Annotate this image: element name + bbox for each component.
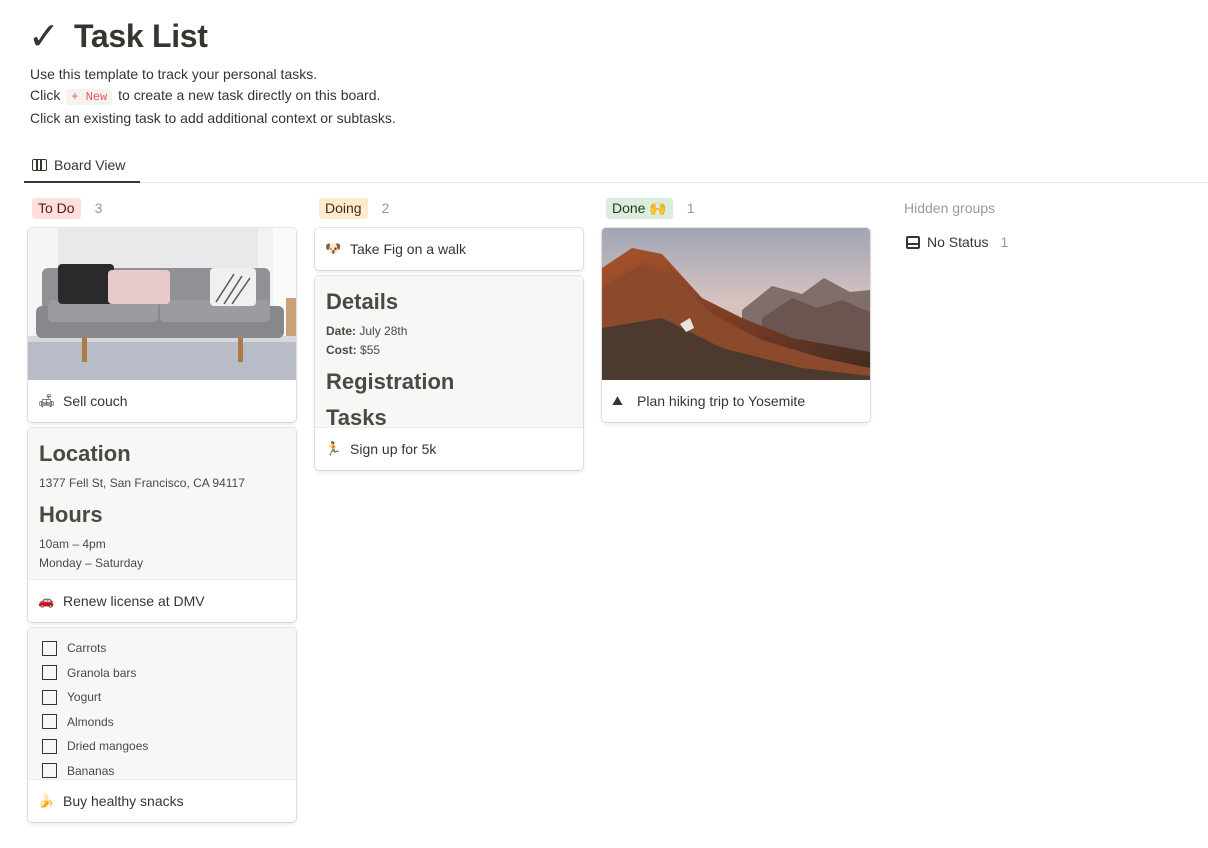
card-preview: Location 1377 Fell St, San Francisco, CA…	[28, 428, 296, 580]
preview-cost-label: Cost:	[326, 343, 357, 357]
description-line-3: Click an existing task to add additional…	[30, 110, 396, 126]
checklist-label: Bananas	[67, 763, 115, 778]
view-tabbar: Board View	[24, 148, 1208, 183]
card-title-text: Sign up for 5k	[350, 441, 437, 457]
description-line-2: Click + New to create a new task directl…	[30, 85, 396, 108]
checkbox-icon	[42, 665, 57, 681]
tab-label: Board View	[54, 156, 126, 173]
inbox-icon	[906, 235, 920, 249]
card-preview: Details Date: July 28th Cost: $55 Regist…	[315, 276, 583, 428]
checkbox-icon	[42, 640, 57, 656]
hidden-group-count: 1	[1000, 234, 1009, 250]
preview-cost: Cost: $55	[326, 341, 572, 360]
column-header[interactable]: To Do 3	[28, 196, 296, 220]
card-plan-hiking[interactable]: ⛰ Plan hiking trip to Yosemite	[602, 228, 870, 422]
card-sell-couch[interactable]: 🛋 Sell couch	[28, 228, 296, 422]
hidden-groups: Hidden groups No Status 1	[904, 196, 1204, 254]
hidden-groups-label: Hidden groups	[904, 200, 996, 216]
preview-heading: Registration	[326, 369, 455, 394]
card-renew-license[interactable]: Location 1377 Fell St, San Francisco, CA…	[28, 428, 296, 622]
column-todo: To Do 3 🛋 Sell couch Location 1377 Fell …	[28, 196, 296, 828]
status-pill-doing: Doing	[319, 197, 368, 219]
checkbox-icon	[42, 763, 57, 779]
preview-heading: Location	[39, 441, 131, 466]
card-buy-snacks[interactable]: Carrots Granola bars Yogurt Almonds Drie…	[28, 628, 296, 822]
status-pill-done: Done 🙌	[606, 197, 673, 219]
column-count: 2	[381, 200, 390, 216]
card-title-text: Plan hiking trip to Yosemite	[637, 393, 806, 409]
mountain-photo	[602, 228, 870, 380]
card-title-text: Take Fig on a walk	[350, 241, 466, 257]
checkmark-icon: ✓	[28, 14, 60, 58]
mountain-emoji-icon: ⛰	[612, 393, 623, 409]
description-line-1: Use this template to track your personal…	[30, 66, 318, 82]
hidden-group-no-status[interactable]: No Status 1	[904, 230, 1204, 254]
checklist-item: Granola bars	[39, 661, 285, 686]
column-header[interactable]: Doing 2	[315, 196, 583, 220]
checklist-label: Almonds	[67, 714, 114, 729]
card-title: 🍌 Buy healthy snacks	[28, 780, 296, 822]
checklist-item: Dried mangoes	[39, 734, 285, 759]
description-text: to create a new task directly on this bo…	[118, 87, 381, 103]
couch-emoji-icon: 🛋	[38, 393, 55, 409]
column-doing: Doing 2 🐶 Take Fig on a walk Details Dat…	[315, 196, 583, 476]
preview-heading: Tasks	[326, 405, 387, 428]
column-header[interactable]: Done 🙌 1	[602, 196, 870, 220]
preview-address: 1377 Fell St, San Francisco, CA 94117	[39, 476, 245, 490]
card-title-text: Renew license at DMV	[63, 593, 205, 609]
card-sign-up-5k[interactable]: Details Date: July 28th Cost: $55 Regist…	[315, 276, 583, 470]
checklist-item: Bananas	[39, 759, 285, 780]
preview-cost-value: $55	[360, 343, 381, 357]
board-icon	[32, 158, 47, 171]
column-count: 1	[686, 200, 695, 216]
banana-emoji-icon: 🍌	[38, 793, 55, 809]
preview-hours: 10am – 4pm	[39, 537, 106, 551]
preview-date: Date: July 28th	[326, 322, 572, 341]
status-pill-todo: To Do	[32, 197, 81, 219]
card-title: 🏃 Sign up for 5k	[315, 428, 583, 470]
card-title: 🚗 Renew license at DMV	[28, 580, 296, 622]
page-header: ✓ Task List Use this template to track y…	[28, 14, 396, 129]
column-done: Done 🙌 1 ⛰ Plan hiking trip to Yosemite	[602, 196, 870, 428]
checkbox-icon	[42, 738, 57, 754]
column-count: 3	[94, 200, 103, 216]
card-title: 🛋 Sell couch	[28, 380, 296, 422]
tab-board-view[interactable]: Board View	[24, 148, 140, 183]
checklist-item: Yogurt	[39, 685, 285, 710]
checklist-label: Granola bars	[67, 665, 137, 680]
car-emoji-icon: 🚗	[38, 593, 55, 609]
checkbox-icon	[42, 689, 57, 705]
couch-photo	[28, 228, 296, 380]
preview-heading: Details	[326, 289, 399, 314]
card-title: ⛰ Plan hiking trip to Yosemite	[602, 380, 870, 422]
card-take-fig-walk[interactable]: 🐶 Take Fig on a walk	[315, 228, 583, 270]
card-title: 🐶 Take Fig on a walk	[315, 228, 583, 270]
checklist-label: Yogurt	[67, 690, 102, 705]
card-title-text: Buy healthy snacks	[63, 793, 184, 809]
checklist-item: Almonds	[39, 710, 285, 735]
checklist-label: Dried mangoes	[67, 739, 149, 754]
runner-emoji-icon: 🏃	[325, 441, 342, 457]
card-title-text: Sell couch	[63, 393, 128, 409]
page-description: Use this template to track your personal…	[28, 64, 396, 129]
preview-date-label: Date:	[326, 324, 357, 338]
page-title: Task List	[74, 17, 208, 54]
card-checklist-preview: Carrots Granola bars Yogurt Almonds Drie…	[28, 628, 296, 780]
description-text: Click	[30, 87, 61, 103]
hidden-group-label: No Status	[927, 234, 989, 250]
preview-date-value: July 28th	[359, 324, 408, 338]
checklist-item: Carrots	[39, 636, 285, 661]
new-inline-code: + New	[66, 89, 113, 105]
preview-heading: Hours	[39, 502, 103, 527]
checkbox-icon	[42, 714, 57, 730]
checklist-label: Carrots	[67, 641, 107, 656]
dog-emoji-icon: 🐶	[325, 241, 342, 257]
preview-days: Monday – Saturday	[39, 556, 144, 570]
